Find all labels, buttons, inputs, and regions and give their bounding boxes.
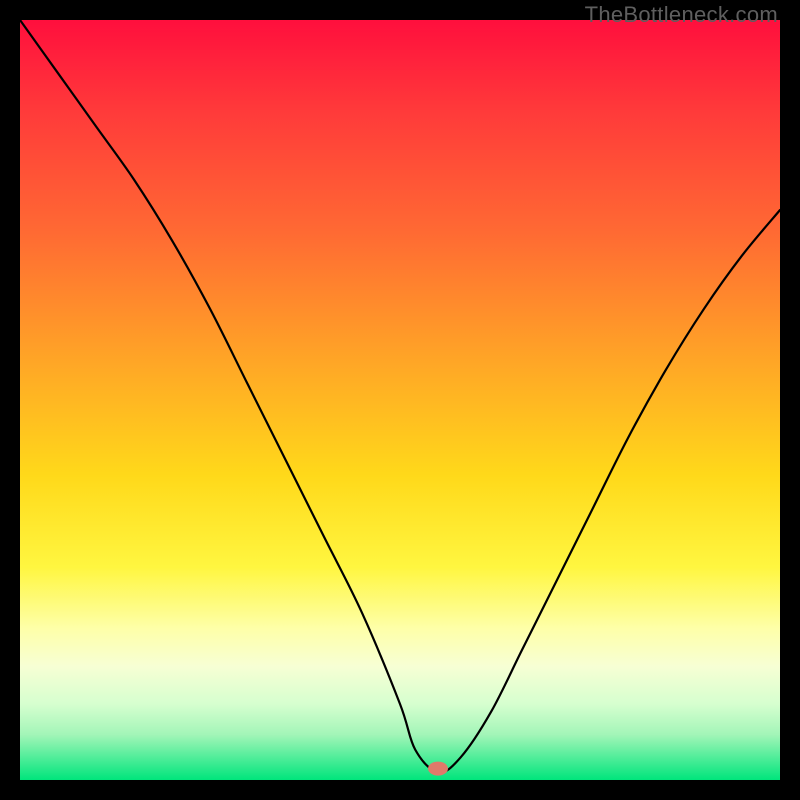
chart-frame: TheBottleneck.com: [0, 0, 800, 800]
bottleneck-chart-svg: [20, 20, 780, 780]
watermark-text: TheBottleneck.com: [585, 2, 778, 28]
bottleneck-curve: [20, 20, 780, 773]
plot-area: [20, 20, 780, 780]
optimal-point-marker: [428, 762, 448, 776]
